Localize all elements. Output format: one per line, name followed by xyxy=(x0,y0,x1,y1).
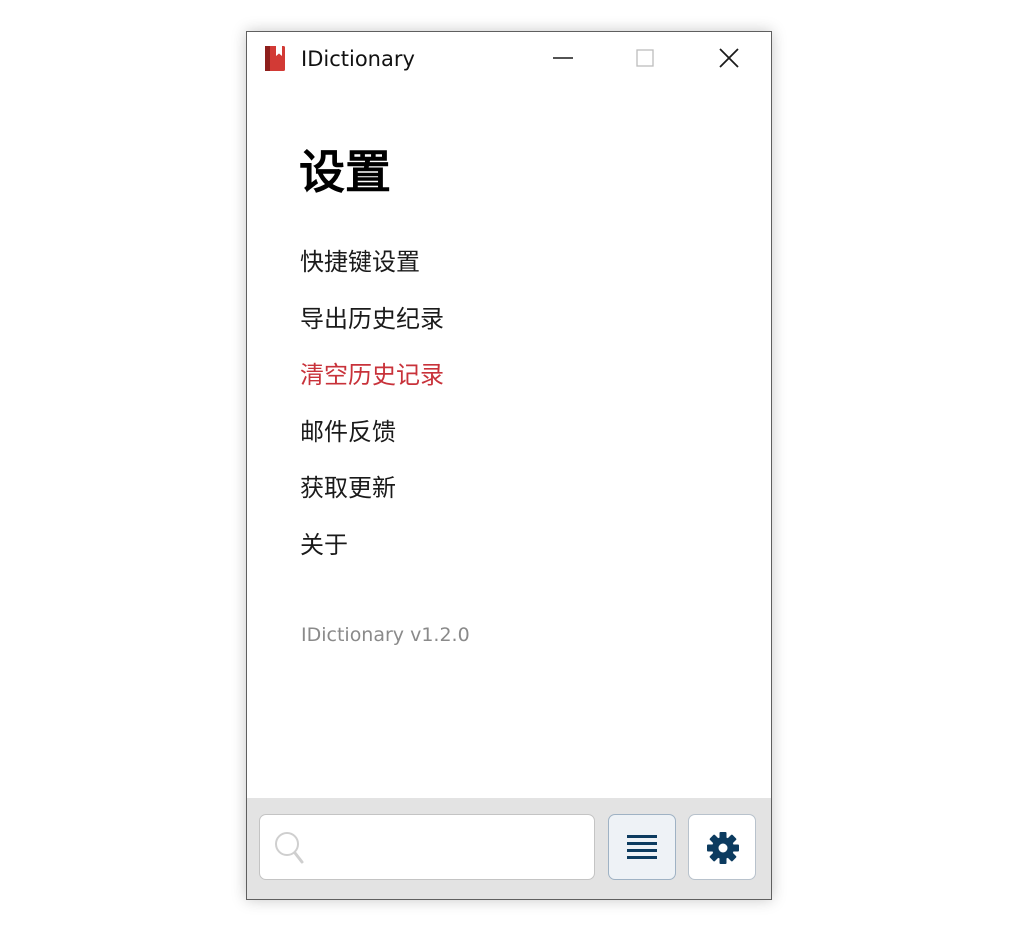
menu-item-clear-history[interactable]: 清空历史记录 xyxy=(300,360,444,390)
version-label: IDictionary v1.2.0 xyxy=(301,624,470,646)
title-bar[interactable]: IDictionary xyxy=(247,32,771,84)
menu-item-email-feedback[interactable]: 邮件反馈 xyxy=(300,417,444,447)
page-title: 设置 xyxy=(299,145,391,199)
settings-button[interactable] xyxy=(688,814,756,880)
settings-menu: 快捷键设置 导出历史纪录 清空历史记录 邮件反馈 获取更新 关于 xyxy=(300,247,444,586)
minimize-icon xyxy=(553,57,573,59)
search-input[interactable] xyxy=(312,815,586,881)
menu-item-shortcut-settings[interactable]: 快捷键设置 xyxy=(300,247,444,277)
bottom-toolbar xyxy=(247,798,771,899)
close-button[interactable] xyxy=(689,32,769,84)
list-icon xyxy=(627,835,657,859)
search-icon xyxy=(275,832,304,864)
menu-item-export-history[interactable]: 导出历史纪录 xyxy=(300,304,444,334)
menu-item-about[interactable]: 关于 xyxy=(300,530,444,560)
gear-icon xyxy=(707,832,739,864)
history-list-button[interactable] xyxy=(608,814,676,880)
window-title: IDictionary xyxy=(301,47,415,71)
book-icon xyxy=(265,46,285,71)
app-window: IDictionary 设置 快捷键设置 导出历史纪录 清空历史记录 邮件反馈 … xyxy=(246,31,772,900)
maximize-icon xyxy=(636,49,654,67)
close-icon xyxy=(719,48,739,68)
search-box[interactable] xyxy=(259,814,595,881)
maximize-button[interactable] xyxy=(605,32,685,84)
minimize-button[interactable] xyxy=(523,32,603,84)
menu-item-check-updates[interactable]: 获取更新 xyxy=(300,473,444,503)
